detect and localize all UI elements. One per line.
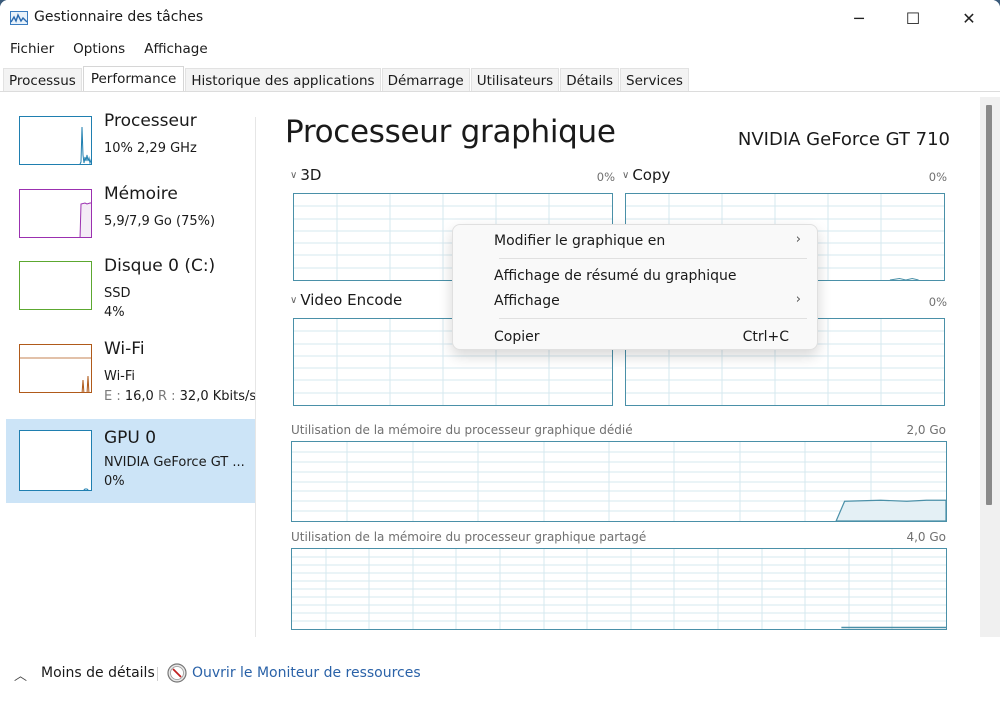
sidebar-value: 0% [104, 474, 125, 489]
sidebar-title: Mémoire [104, 184, 178, 204]
submenu-arrow-icon: › [795, 232, 801, 247]
fewer-details-button[interactable]: Moins de détails [41, 665, 155, 681]
menu-bar: Fichier Options Affichage [0, 38, 217, 60]
menu-separator [499, 258, 807, 259]
gpu-thumbnail-graph [19, 430, 92, 491]
footer-separator [157, 667, 158, 681]
disk-thumbnail-graph [19, 261, 92, 310]
open-resource-monitor-link[interactable]: Ouvrir le Moniteur de ressources [192, 665, 421, 681]
graph-shared-memory[interactable] [291, 548, 947, 630]
chevron-down-icon: ∨ [622, 170, 630, 181]
performance-sidebar: Processeur 10% 2,29 GHz Mémoire 5,9/7,9 … [4, 108, 256, 643]
maximize-icon: ☐ [905, 8, 921, 28]
tab-processus[interactable]: Processus [3, 68, 82, 92]
task-manager-window: Gestionnaire des tâches ─ ☐ ✕ Fichier Op… [0, 0, 1000, 703]
close-button[interactable]: ✕ [946, 0, 992, 36]
receive-label: R : [157, 389, 176, 404]
tab-services[interactable]: Services [620, 68, 689, 92]
graph-dedicated-memory[interactable] [291, 441, 947, 522]
shared-memory-max: 4,0 Go [906, 530, 946, 544]
panel-copy-percent: 0% [928, 170, 947, 184]
menu-separator [499, 318, 807, 319]
memory-thumbnail-graph [19, 189, 92, 238]
graph-context-menu: Modifier le graphique en › Affichage de … [452, 224, 818, 350]
chevron-down-icon: ∨ [290, 170, 298, 181]
sidebar-subtitle: 5,9/7,9 Go (75%) [104, 214, 216, 229]
sidebar-item-wifi[interactable]: Wi-Fi Wi-Fi E : 16,0 R : 32,0 Kbits/s [6, 336, 256, 420]
sidebar-divider [255, 117, 256, 637]
panel-3d-percent: 0% [596, 170, 615, 184]
send-value: 16,0 [124, 389, 154, 404]
scrollbar-thumb[interactable] [986, 105, 992, 505]
graph-grid [292, 549, 946, 629]
tab-details[interactable]: Détails [560, 68, 620, 92]
menu-item-affichage[interactable]: Affichage [494, 293, 560, 309]
sidebar-title: Wi-Fi [104, 339, 145, 359]
panel-copy-selector[interactable]: ∨ Copy [622, 166, 670, 184]
maximize-button[interactable]: ☐ [890, 0, 936, 36]
page-title: Processeur graphique [285, 114, 616, 150]
menu-item-copier[interactable]: Copier [494, 329, 540, 345]
sidebar-item-gpu[interactable]: GPU 0 NVIDIA GeForce GT ... 0% [6, 419, 256, 503]
sidebar-item-disque[interactable]: Disque 0 (C:) SSD 4% [6, 253, 256, 337]
sidebar-item-processeur[interactable]: Processeur 10% 2,29 GHz [6, 108, 256, 192]
minimize-button[interactable]: ─ [836, 0, 882, 36]
tab-demarrage[interactable]: Démarrage [381, 68, 470, 92]
minimize-icon: ─ [854, 8, 864, 28]
gpu-model-name: NVIDIA GeForce GT 710 [737, 129, 950, 150]
menu-item-summary-view[interactable]: Affichage de résumé du graphique [494, 268, 737, 284]
sidebar-title: GPU 0 [104, 428, 157, 448]
sidebar-subtitle: Wi-Fi [104, 369, 136, 384]
tab-historique[interactable]: Historique des applications [185, 68, 381, 92]
submenu-arrow-icon: › [795, 292, 801, 307]
copy-usage-line [889, 277, 919, 280]
graph-grid [292, 442, 946, 521]
menu-fichier[interactable]: Fichier [0, 38, 63, 60]
sidebar-title: Disque 0 (C:) [104, 256, 216, 276]
tab-utilisateurs[interactable]: Utilisateurs [470, 68, 560, 92]
wifi-thumbnail-graph [19, 344, 92, 393]
sidebar-title: Processeur [104, 111, 197, 131]
dedicated-memory-label: Utilisation de la mémoire du processeur … [291, 423, 633, 437]
tab-content-border [0, 91, 1000, 92]
receive-value: 32,0 Kbits/s [179, 389, 257, 404]
panel-4-percent: 0% [928, 295, 947, 309]
dedicated-memory-usage-area [835, 499, 946, 521]
window-title: Gestionnaire des tâches [34, 9, 204, 25]
panel-video-encode-label: Video Encode [300, 291, 403, 309]
task-manager-icon [10, 11, 28, 25]
title-bar: Gestionnaire des tâches ─ ☐ ✕ [0, 0, 1000, 36]
dedicated-memory-max: 2,0 Go [906, 423, 946, 437]
menu-item-change-graph[interactable]: Modifier le graphique en [494, 233, 665, 249]
footer: ︿ Moins de détails Ouvrir le Moniteur de… [0, 655, 1000, 695]
chevron-down-icon: ∨ [290, 295, 298, 306]
panel-3d-label: 3D [300, 166, 322, 184]
sidebar-subtitle: NVIDIA GeForce GT ... [104, 455, 245, 470]
panel-video-encode-selector[interactable]: ∨ Video Encode [290, 291, 402, 309]
resource-monitor-icon [167, 663, 187, 683]
menu-options[interactable]: Options [63, 38, 134, 60]
sidebar-value: 4% [104, 305, 125, 320]
sidebar-subtitle: SSD [104, 286, 131, 301]
sidebar-subtitle: 10% 2,29 GHz [104, 141, 197, 156]
vertical-scrollbar[interactable] [980, 97, 1000, 637]
shared-memory-label: Utilisation de la mémoire du processeur … [291, 530, 647, 544]
sidebar-throughput: E : 16,0 R : 32,0 Kbits/s [104, 389, 256, 404]
close-icon: ✕ [962, 8, 976, 28]
menu-affichage[interactable]: Affichage [134, 38, 216, 60]
tab-bar: Processus Performance Historique des app… [3, 66, 690, 92]
send-label: E : [104, 389, 121, 404]
panel-3d-selector[interactable]: ∨ 3D [290, 166, 321, 184]
panel-copy-label: Copy [632, 166, 671, 184]
chevron-up-icon[interactable]: ︿ [14, 665, 27, 684]
tab-performance[interactable]: Performance [82, 66, 185, 92]
cpu-thumbnail-graph [19, 116, 92, 165]
copy-shortcut: Ctrl+C [742, 329, 789, 345]
